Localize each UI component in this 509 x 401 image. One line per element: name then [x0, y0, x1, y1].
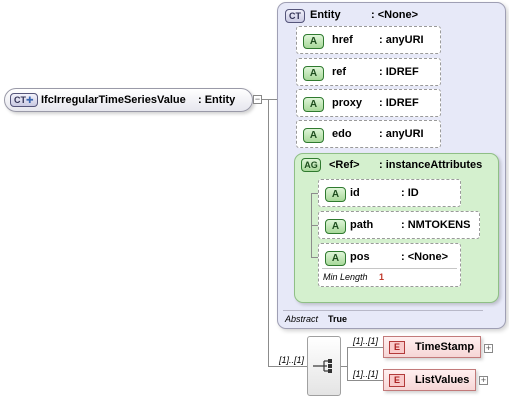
attribute-type: : IDREF	[379, 66, 419, 78]
abstract-value: True	[328, 314, 348, 324]
attribute-group-badge: AG	[301, 158, 321, 172]
element-listvalues[interactable]: E ListValues	[383, 369, 476, 391]
attribute-proxy[interactable]: A proxy : IDREF	[296, 89, 441, 117]
root-element-type: : Entity	[198, 94, 236, 106]
abstract-label: Abstract	[285, 314, 319, 324]
element-timestamp[interactable]: E TimeStamp	[383, 336, 481, 358]
attribute-type: : NMTOKENS	[401, 219, 471, 231]
connector-group-pos	[311, 257, 318, 258]
connector-to-timestamp	[347, 347, 383, 348]
attribute-path[interactable]: A path : NMTOKENS	[318, 211, 480, 239]
attribute-badge: A	[303, 34, 324, 49]
facet-value: 1	[379, 272, 385, 282]
connector-seq-trunk	[347, 347, 348, 380]
attribute-name: edo	[332, 128, 352, 140]
attribute-edo[interactable]: A edo : anyURI	[296, 120, 441, 148]
attribute-name: pos	[350, 251, 370, 263]
divider	[322, 268, 457, 269]
root-element-name: IfcIrregularTimeSeriesValue	[41, 94, 186, 106]
connector-root-trunk	[268, 99, 269, 366]
complex-type-name: Entity	[310, 9, 341, 21]
attribute-group-name: <Ref>	[329, 159, 360, 171]
facet-label: Min Length	[323, 272, 368, 282]
root-element-node[interactable]: CT✚ IfcIrregularTimeSeriesValue : Entity	[4, 88, 253, 112]
sequence-icon	[313, 359, 332, 373]
element-badge: E	[389, 341, 405, 354]
attribute-badge: A	[325, 187, 346, 202]
attribute-name: href	[332, 34, 353, 46]
connector-group-id	[311, 193, 318, 194]
complex-type-badge: CT	[285, 9, 305, 23]
sequence-multiplicity: [1]..[1]	[279, 355, 305, 365]
attribute-type: : <None>	[401, 251, 449, 263]
connector-group-path	[311, 225, 318, 226]
attribute-type: : anyURI	[379, 34, 424, 46]
attribute-name: path	[350, 219, 374, 231]
attribute-badge: A	[325, 251, 346, 266]
divider	[283, 310, 483, 311]
connector-seq-out	[341, 366, 347, 367]
attribute-badge: A	[303, 128, 324, 143]
sequence-compositor[interactable]	[307, 336, 341, 396]
element-multiplicity: [1]..[1]	[353, 369, 379, 379]
element-badge: E	[389, 374, 405, 387]
element-name: TimeStamp	[415, 341, 475, 353]
attribute-type: : anyURI	[379, 128, 424, 140]
element-multiplicity: [1]..[1]	[353, 336, 379, 346]
attribute-href[interactable]: A href : anyURI	[296, 26, 441, 54]
expand-icon[interactable]: +	[484, 344, 493, 353]
attribute-badge: A	[303, 66, 324, 81]
attribute-ref[interactable]: A ref : IDREF	[296, 58, 441, 86]
attribute-name: id	[350, 187, 360, 199]
attribute-group-type: : instanceAttributes	[379, 159, 483, 171]
expand-icon[interactable]: +	[479, 376, 488, 385]
attribute-name: ref	[332, 66, 347, 78]
collapse-icon[interactable]: −	[253, 95, 262, 104]
element-name: ListValues	[415, 374, 470, 386]
connector-to-listvalues	[347, 380, 383, 381]
attribute-badge: A	[303, 97, 324, 112]
attribute-id[interactable]: A id : ID	[318, 179, 461, 207]
attribute-type: : IDREF	[379, 97, 419, 109]
attribute-badge: A	[325, 219, 346, 234]
attribute-pos[interactable]: A pos : <None> Min Length 1	[318, 243, 461, 287]
connector-root-to-type	[262, 99, 277, 100]
attribute-type: : ID	[401, 187, 419, 199]
complex-type-type: : <None>	[371, 9, 419, 21]
connector-to-sequence	[268, 366, 307, 367]
complex-type-badge: CT✚	[10, 93, 38, 107]
attribute-name: proxy	[332, 97, 362, 109]
